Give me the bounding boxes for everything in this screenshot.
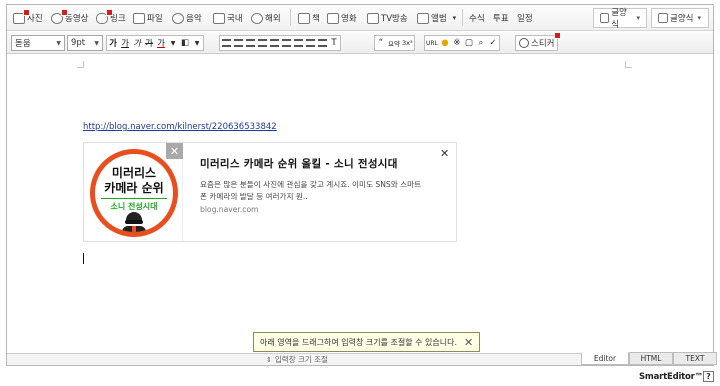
insert-file-button[interactable]: 파일 [133,9,163,27]
align-right-icon[interactable] [244,36,256,50]
quote-button[interactable]: “ [375,36,387,50]
insert-music-button[interactable]: 음악 [172,9,202,27]
insert-video-button[interactable]: 동영상 [51,8,88,27]
template-button[interactable]: 글양식 ▾ [593,8,647,30]
resize-arrows-icon: ⇕ [266,355,272,364]
remove-thumbnail-icon[interactable]: ✕ [166,143,183,159]
post-link[interactable]: http://blog.naver.com/kilnerst/220636533… [83,122,277,132]
insert-map-overseas-button[interactable]: 해외 [251,9,281,27]
insert-link-button[interactable]: 링크 [96,8,126,27]
highlight-icon[interactable]: ◧ [179,36,191,50]
music-icon [172,12,184,24]
numbered-list-icon[interactable] [280,36,292,50]
table-template-button[interactable]: 글양식 ▾ [651,8,709,28]
tab-editor[interactable]: Editor [581,352,629,365]
table-template-icon [658,13,668,23]
cartoon-figure-icon [121,212,147,232]
spellcheck-icon[interactable]: ✓ [487,36,499,50]
insert-photo-button[interactable]: 사진 [13,8,43,27]
table-icon[interactable]: ▢ [463,36,475,50]
video-icon [51,8,68,24]
insert-album-button[interactable]: 앨범 ▾ [417,9,456,27]
clear-format-icon[interactable]: T [328,36,340,50]
align-group: T [219,35,341,51]
file-icon [133,12,145,24]
brand-logo: SmartEditor™ [639,372,703,382]
new-badge [554,32,562,39]
help-icon[interactable]: ? [703,371,714,382]
font-family-select[interactable]: 돋움 ▼ [11,35,65,51]
thumbnail-circle-badge: 미러리스 카메라 순위 소니 전성시대 [90,149,178,237]
insert-toolbar: 사진 동영상 링크 파일 음악 국내 해외 책 영화 TV방송 앨범 ▾ 수식 … [7,5,713,31]
insert-group: “ 요약 3x³ [374,35,415,51]
tab-html[interactable]: HTML [629,352,673,365]
outdent-icon[interactable] [304,36,316,50]
url-button[interactable]: URL [425,36,439,50]
italic-button[interactable]: 가 [131,36,143,50]
close-icon[interactable]: ✕ [464,336,473,349]
chevron-down-icon: ▾ [697,14,701,22]
extra-group: URL ● ※ ▢ ⌕ ✓ [424,35,500,51]
search-icon[interactable]: ⌕ [475,36,487,50]
insert-tv-button[interactable]: TV방송 [367,9,408,27]
bullet-list-icon[interactable] [292,36,304,50]
format-toolbar: 돋움 ▼ 9pt ▼ 가 가 가 가 가 ▼ ◧ ▼ T “ 요약 3x³ UR… [7,32,713,54]
chevron-down-icon: ▼ [56,39,61,47]
toolbar-divider [290,9,291,26]
insert-movie-button[interactable]: 영화 [327,9,357,27]
tv-icon [367,12,379,24]
photo-icon [13,8,30,24]
link-preview-description: 요즘은 많은 분들이 사진에 관심을 갖고 계시죠. 이미도 SNS와 스마트폰… [200,180,422,201]
template-icon [600,13,610,23]
close-icon[interactable]: ✕ [440,147,449,160]
resize-tooltip: 아래 영역을 드래그하여 입력창 크기를 조절할 수 있습니다. ✕ [253,332,481,352]
insert-schedule-button[interactable]: 일정 [517,9,533,27]
bold-button[interactable]: 가 [107,36,119,50]
album-icon [417,12,429,24]
link-icon [96,8,113,24]
link-preview-title: 미러리스 카메라 순위 올킬 - 소니 전성시대 [200,158,398,170]
link-preview-domain: blog.naver.com [200,205,259,214]
text-cursor [83,253,84,264]
align-left-icon[interactable] [220,36,232,50]
album-dropdown-icon[interactable]: ▾ [453,14,457,22]
insert-book-button[interactable]: 책 [298,9,320,27]
align-justify-icon[interactable] [256,36,268,50]
resize-handle[interactable]: ⇕ 입력창 크기 조절 [7,353,587,365]
tab-text[interactable]: TEXT [673,352,717,365]
special-char-icon[interactable]: ※ [451,36,463,50]
line-height-icon[interactable] [268,36,280,50]
emoticon-icon[interactable]: ● [439,36,451,50]
chevron-down-icon: ▾ [636,14,640,22]
superscript-button[interactable]: 3x³ [401,36,414,50]
chevron-down-icon: ▼ [94,39,99,47]
align-center-icon[interactable] [232,36,244,50]
highlight-dropdown-icon[interactable]: ▼ [191,36,203,50]
font-color-dropdown-icon[interactable]: ▼ [167,36,179,50]
underline-button[interactable]: 가 [119,36,131,50]
mode-tabs: Editor HTML TEXT [581,352,717,365]
link-preview-thumbnail: 미러리스 카메라 순위 소니 전성시대 ✕ [84,143,183,241]
font-color-button[interactable]: 가 [155,36,167,50]
page-margin-marker [77,61,84,68]
movie-icon [327,12,339,24]
map-icon [213,12,225,24]
smart-editor: 사진 동영상 링크 파일 음악 국내 해외 책 영화 TV방송 앨범 ▾ 수식 … [6,4,717,366]
insert-formula-button[interactable]: 수식 [469,9,485,27]
insert-vote-button[interactable]: 투표 [493,9,509,27]
book-icon [298,12,310,24]
page-margin-marker [625,61,632,68]
summary-button[interactable]: 요약 [387,36,401,50]
sticker-button[interactable]: 스티커 [515,32,562,51]
text-style-group: 가 가 가 가 가 ▼ ◧ ▼ [106,35,204,51]
link-preview-card[interactable]: 미러리스 카메라 순위 소니 전성시대 ✕ 미러리스 카메라 순위 올킬 - 소… [83,142,457,242]
strikethrough-button[interactable]: 가 [143,36,155,50]
font-size-select[interactable]: 9pt ▼ [67,35,103,51]
globe-icon [251,12,263,24]
insert-map-domestic-button[interactable]: 국내 [213,9,243,27]
indent-icon[interactable] [316,36,328,50]
sticker-icon [519,38,529,48]
toolbar-divider [462,9,463,26]
